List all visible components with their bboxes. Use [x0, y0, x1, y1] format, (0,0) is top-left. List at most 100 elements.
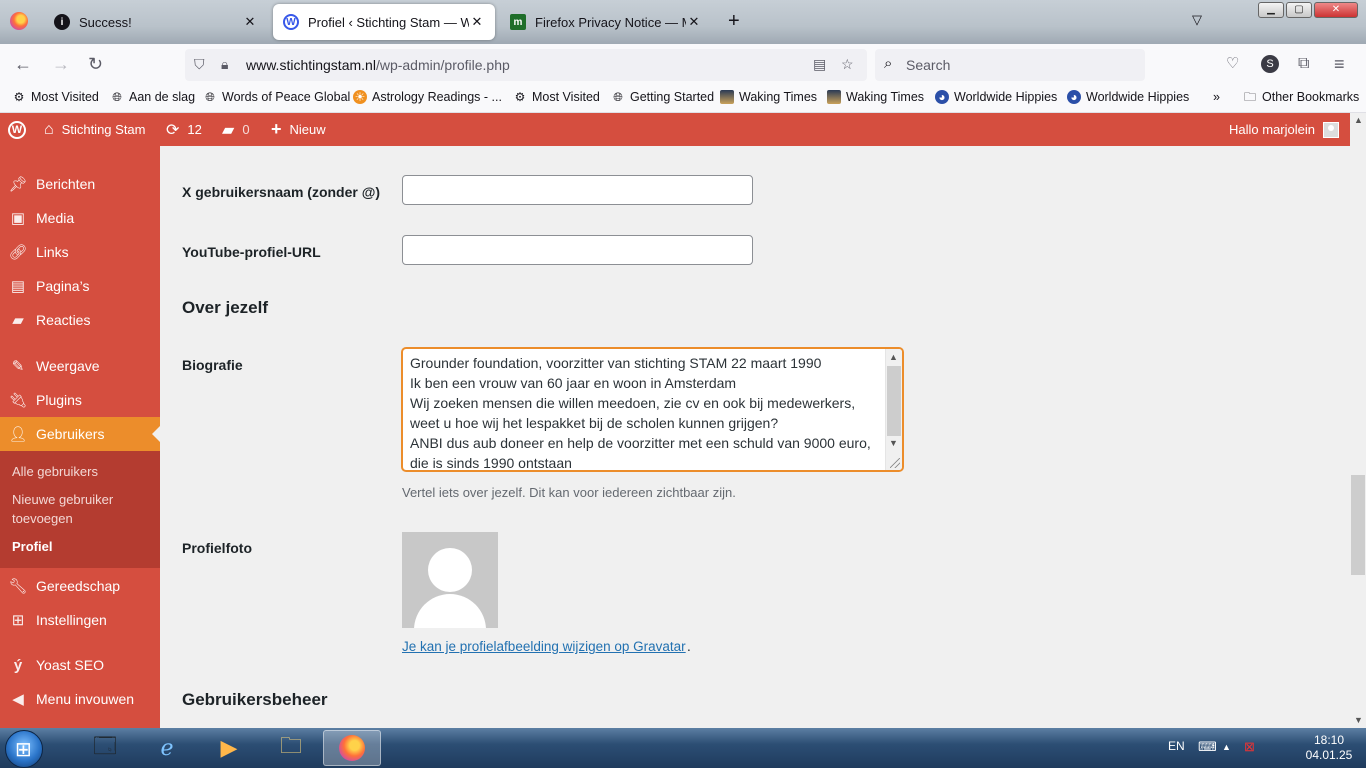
show-hidden-icons[interactable]: ▲ — [1222, 742, 1231, 752]
comments-link[interactable]: ▰ 0 — [222, 113, 250, 146]
search-bar[interactable]: ⌕ Search — [875, 49, 1145, 81]
resize-handle-icon[interactable] — [890, 458, 900, 468]
collapse-icon: ◀ — [12, 691, 24, 708]
network-icon[interactable]: ⊠ — [1244, 739, 1255, 755]
gear-icon: ⚙ — [514, 90, 526, 104]
new-tab-icon[interactable]: + — [728, 11, 740, 31]
clock[interactable]: 18:10 04.01.25 — [1304, 733, 1354, 763]
start-button[interactable] — [5, 730, 43, 768]
bookmark-item[interactable]: 🌐︎ Getting Started — [611, 90, 714, 104]
more-bookmarks-icon[interactable]: » — [1213, 90, 1220, 104]
bookmark-item[interactable]: ⚙ Most Visited — [513, 90, 600, 104]
tab-success[interactable]: i Success! ✕ — [44, 4, 268, 40]
search-icon: ⌕ — [884, 55, 893, 72]
media-player-icon[interactable]: ▶ — [200, 730, 258, 766]
menu-item-reacties[interactable]: ▰ Reacties — [0, 303, 160, 337]
x-username-input[interactable] — [402, 175, 753, 205]
submenu-add-user[interactable]: Nieuwe gebruiker toevoegen — [12, 490, 152, 528]
menu-item-gebruikers[interactable]: 👤︎ Gebruikers — [0, 417, 160, 451]
minimize-icon[interactable]: ▁ — [1258, 2, 1284, 18]
menu-item-weergave[interactable]: ✎ Weergave — [0, 349, 160, 383]
other-bookmarks[interactable]: 🗀 Other Bookmarks — [1243, 90, 1359, 104]
menu-item-instellingen[interactable]: ⊞ Instellingen — [0, 603, 160, 637]
menu-item-media[interactable]: ▣ Media — [0, 201, 160, 235]
close-tab-icon[interactable]: ✕ — [686, 14, 702, 30]
home-icon: ⌂ — [44, 120, 54, 138]
firefox-taskbar-icon[interactable] — [323, 730, 381, 766]
bookmark-item[interactable]: ◕ Worldwide Hippies — [935, 90, 1057, 104]
wordpress-logo-icon[interactable]: W — [8, 113, 26, 146]
link-icon: 🔗︎ — [8, 244, 28, 261]
user-management-title: Gebruikersbeheer — [182, 690, 328, 709]
about-section-title: Over jezelf — [182, 298, 268, 317]
new-content-link[interactable]: + Nieuw — [271, 113, 326, 146]
yoast-icon: ý — [13, 656, 23, 674]
chevron-down-icon[interactable]: ▽ — [1192, 12, 1202, 28]
shield-icon[interactable]: ⛉ — [194, 56, 205, 73]
bookmark-item[interactable]: ⚙ Most Visited — [12, 90, 99, 104]
scroll-up-icon[interactable]: ▲ — [1354, 115, 1363, 125]
bookmark-item[interactable]: Waking Times — [720, 90, 817, 104]
submenu-profile[interactable]: Profiel — [12, 537, 152, 556]
pocket-icon[interactable]: ♡ — [1226, 54, 1239, 74]
back-icon[interactable]: ← — [14, 54, 32, 74]
internet-explorer-icon[interactable]: ℯ — [138, 730, 196, 766]
account-avatar[interactable]: S — [1261, 55, 1279, 73]
bookmark-item[interactable]: Waking Times — [827, 90, 924, 104]
menu-item-gereedschap[interactable]: 🔧︎ Gereedschap — [0, 569, 160, 603]
users-submenu: Alle gebruikers Nieuwe gebruiker toevoeg… — [0, 451, 160, 568]
url-bar[interactable]: ⛉ 🔒︎ www.stichtingstam.nl/wp-admin/profi… — [185, 49, 867, 81]
lock-icon[interactable]: 🔒︎ — [221, 56, 228, 73]
gravatar-link[interactable]: Je kan je profielafbeelding wijzigen op … — [402, 639, 686, 654]
biography-description: Vertel iets over jezelf. Dit kan voor ie… — [402, 485, 736, 500]
folder-icon: 🗀 — [1243, 90, 1256, 104]
wordpress-icon: W — [283, 14, 299, 30]
bookmark-item[interactable]: ☀ Astrology Readings - ... — [353, 90, 502, 104]
bookmark-item[interactable]: 🌐︎ Words of Peace Global — [203, 90, 350, 104]
extensions-icon[interactable]: ⧉ — [1298, 54, 1309, 74]
scroll-up-icon[interactable]: ▲ — [889, 352, 898, 362]
textarea-scrollbar[interactable]: ▲ ▼ — [885, 349, 902, 470]
bookmark-item[interactable]: ◕ Worldwide Hippies — [1067, 90, 1189, 104]
url-text[interactable]: www.stichtingstam.nl/wp-admin/profile.ph… — [246, 57, 510, 73]
comment-icon: ▰ — [222, 121, 235, 139]
bookmark-item[interactable]: 🌐︎ Aan de slag — [110, 90, 195, 104]
window-close-icon[interactable]: ✕ — [1314, 2, 1358, 18]
my-account-link[interactable]: Hallo marjolein — [1229, 113, 1339, 146]
scroll-down-icon[interactable]: ▼ — [1354, 715, 1363, 725]
file-manager-icon[interactable]: 🗔 — [76, 730, 134, 766]
keyboard-icon[interactable]: ⌨ — [1198, 739, 1217, 755]
bookmark-star-icon[interactable]: ☆ — [841, 56, 854, 73]
settings-icon: ⊞ — [11, 612, 25, 629]
scroll-down-icon[interactable]: ▼ — [889, 438, 898, 448]
site-name-link[interactable]: ⌂ Stichting Stam — [44, 113, 146, 146]
menu-item-links[interactable]: 🔗︎ Links — [0, 235, 160, 269]
menu-item-yoast[interactable]: ý Yoast SEO — [0, 648, 160, 682]
tab-firefox-privacy[interactable]: m Firefox Privacy Notice — Mozilla ✕ — [500, 4, 712, 40]
menu-icon[interactable]: ≡ — [1334, 54, 1345, 74]
tab-profiel[interactable]: W Profiel ‹ Stichting Stam — WordPress ✕ — [273, 4, 495, 40]
biography-textarea[interactable]: Grounder foundation, voorzitter van stic… — [402, 348, 903, 471]
forward-icon[interactable]: → — [52, 54, 70, 74]
globe-icon: 🌐︎ — [112, 90, 122, 104]
submenu-all-users[interactable]: Alle gebruikers — [12, 462, 152, 481]
users-icon: 👤︎ — [8, 426, 28, 443]
menu-item-berichten[interactable]: 📌︎ Berichten — [0, 167, 160, 201]
reader-view-icon[interactable]: ▤ — [813, 56, 826, 73]
scroll-thumb[interactable] — [887, 366, 901, 436]
page-scrollbar[interactable]: ▲ ▼ — [1350, 113, 1366, 728]
reload-icon[interactable]: ↻ — [88, 54, 103, 74]
language-indicator[interactable]: EN — [1168, 739, 1185, 753]
updates-link[interactable]: ⟳ 12 — [166, 113, 202, 146]
menu-item-plugins[interactable]: 🔌︎ Plugins — [0, 383, 160, 417]
scroll-thumb[interactable] — [1351, 475, 1365, 575]
firefox-icon[interactable] — [10, 12, 28, 30]
close-tab-icon[interactable]: ✕ — [469, 14, 485, 30]
biography-text[interactable]: Grounder foundation, voorzitter van stic… — [410, 353, 880, 470]
maximize-icon[interactable]: ▢ — [1286, 2, 1312, 18]
menu-collapse[interactable]: ◀ Menu invouwen — [0, 682, 160, 716]
youtube-url-input[interactable] — [402, 235, 753, 265]
close-tab-icon[interactable]: ✕ — [242, 14, 258, 30]
explorer-folder-icon[interactable]: 🗀 — [262, 730, 320, 766]
menu-item-paginas[interactable]: ▤ Pagina’s — [0, 269, 160, 303]
